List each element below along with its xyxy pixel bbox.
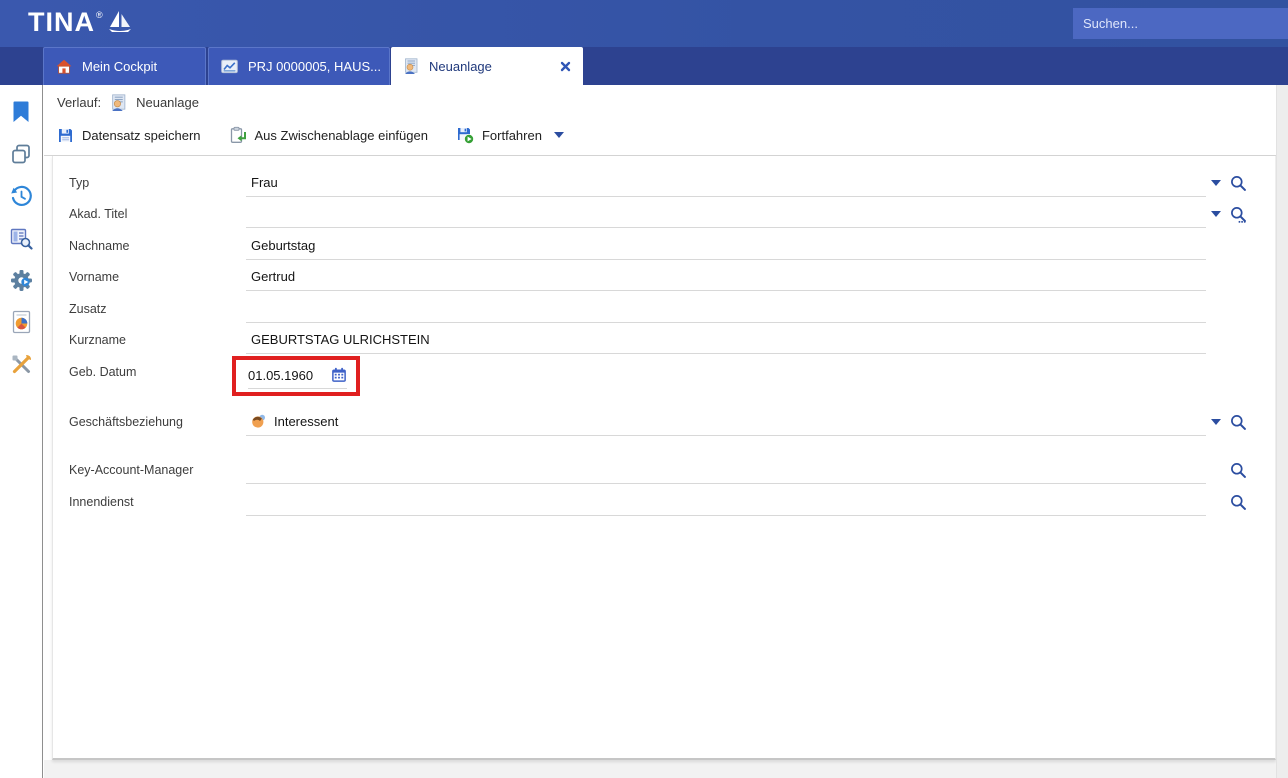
- save-button-label: Datensatz speichern: [82, 128, 201, 143]
- tab-label: Mein Cockpit: [82, 59, 157, 74]
- tab-close-icon[interactable]: [550, 61, 571, 72]
- project-icon: [221, 59, 238, 74]
- form-row-akad-titel: Akad. Titel: [53, 200, 1275, 228]
- scrollbar-track[interactable]: [1276, 85, 1288, 778]
- highlight-annotation-box: 01.05.1960: [232, 356, 360, 396]
- kurzname-field[interactable]: GEBURTSTAG ULRICHSTEIN: [246, 326, 1206, 354]
- form-row-vorname: Vorname Gertrud: [53, 263, 1275, 291]
- field-label: Typ: [69, 169, 241, 197]
- history-clock-icon[interactable]: [0, 175, 42, 217]
- save-record-button[interactable]: Datensatz speichern: [57, 127, 201, 144]
- form-row-zusatz: Zusatz: [53, 295, 1275, 323]
- tab-mein-cockpit[interactable]: Mein Cockpit: [43, 47, 206, 85]
- left-sidebar: [0, 85, 43, 778]
- form-card: Typ Frau Akad. Titel: [52, 156, 1276, 760]
- paste-icon: [229, 126, 247, 144]
- continue-button[interactable]: Fortfahren: [456, 126, 564, 144]
- nachname-field[interactable]: Geburtstag: [246, 232, 1206, 260]
- form-row-nachname: Nachname Geburtstag: [53, 232, 1275, 260]
- dropdown-caret-icon[interactable]: [1211, 180, 1221, 186]
- field-label: Innendienst: [69, 488, 241, 516]
- akad-titel-field[interactable]: [246, 200, 1206, 228]
- search-input[interactable]: [1073, 8, 1288, 39]
- field-label: Akad. Titel: [69, 200, 241, 228]
- key-account-manager-field[interactable]: [246, 456, 1206, 484]
- lookup-search-icon[interactable]: [1230, 462, 1247, 479]
- background-area: [44, 760, 1276, 778]
- tab-label: PRJ 0000005, HAUS...: [248, 59, 381, 74]
- zusatz-field[interactable]: [246, 295, 1206, 323]
- history-current-item[interactable]: Neuanlage: [136, 95, 199, 110]
- report-chart-icon[interactable]: [0, 301, 42, 343]
- toolbar: Datensatz speichern Aus Zwischenablage e…: [57, 119, 564, 151]
- geschaeftsbeziehung-field[interactable]: Interessent: [246, 408, 1206, 436]
- form-row-key-account-manager: Key-Account-Manager: [53, 456, 1275, 484]
- chevron-down-icon[interactable]: [554, 132, 564, 138]
- calendar-icon[interactable]: [331, 367, 347, 383]
- vorname-field[interactable]: Gertrud: [246, 263, 1206, 291]
- person-icon: [403, 58, 419, 74]
- field-label: Geb. Datum: [69, 358, 241, 386]
- search-document-icon[interactable]: [0, 217, 42, 259]
- save-icon: [57, 127, 74, 144]
- app-logo: TINA ®: [28, 7, 133, 37]
- settings-gear-icon[interactable]: [0, 259, 42, 301]
- continue-button-label: Fortfahren: [482, 128, 542, 143]
- lookup-search-icon[interactable]: [1230, 175, 1247, 192]
- field-value: Frau: [251, 175, 278, 190]
- form-row-typ: Typ Frau: [53, 169, 1275, 197]
- field-label: Geschäftsbeziehung: [69, 408, 241, 436]
- window-copy-icon[interactable]: [0, 133, 42, 175]
- lookup-search-icon[interactable]: [1230, 414, 1247, 431]
- form-row-innendienst: Innendienst: [53, 488, 1275, 516]
- tab-prj-0000005[interactable]: PRJ 0000005, HAUS...: [208, 47, 390, 85]
- dropdown-caret-icon[interactable]: [1211, 211, 1221, 217]
- logo-text: TINA: [28, 7, 95, 37]
- field-label: Kurzname: [69, 326, 241, 354]
- field-value: Geburtstag: [251, 238, 315, 253]
- person-icon: [110, 94, 127, 111]
- paste-button-label: Aus Zwischenablage einfügen: [255, 128, 428, 143]
- lookup-search-more-icon[interactable]: [1230, 206, 1247, 223]
- geb-datum-field[interactable]: 01.05.1960: [248, 362, 347, 389]
- field-label: Vorname: [69, 263, 241, 291]
- field-label: Key-Account-Manager: [69, 456, 241, 484]
- tools-icon[interactable]: [0, 343, 42, 385]
- bookmark-icon[interactable]: [0, 91, 42, 133]
- lookup-search-icon[interactable]: [1230, 494, 1247, 511]
- field-label: Zusatz: [69, 295, 241, 323]
- form-row-geb-datum: Geb. Datum 01.05.1960: [53, 358, 1275, 396]
- tab-bar: Mein Cockpit PRJ 0000005, HAUS...: [0, 47, 1288, 85]
- app-header: TINA ®: [0, 0, 1288, 47]
- logo-registered-mark: ®: [96, 10, 103, 20]
- paste-from-clipboard-button[interactable]: Aus Zwischenablage einfügen: [229, 126, 428, 144]
- form-row-geschaeftsbeziehung: Geschäftsbeziehung Interessent: [53, 408, 1275, 436]
- field-value: GEBURTSTAG ULRICHSTEIN: [251, 332, 430, 347]
- field-label: Nachname: [69, 232, 241, 260]
- tab-neuanlage[interactable]: Neuanlage: [391, 47, 583, 85]
- home-icon: [56, 59, 72, 74]
- form-row-kurzname: Kurzname GEBURTSTAG ULRICHSTEIN: [53, 326, 1275, 354]
- sailboat-icon: [107, 9, 133, 37]
- typ-field[interactable]: Frau: [246, 169, 1206, 197]
- continue-save-icon: [456, 126, 474, 144]
- history-label: Verlauf:: [57, 95, 101, 110]
- field-value: Gertrud: [251, 269, 295, 284]
- dropdown-caret-icon[interactable]: [1211, 419, 1221, 425]
- field-value: Interessent: [274, 414, 338, 429]
- content-area: Verlauf: Neuanlage: [44, 85, 1288, 778]
- innendienst-field[interactable]: [246, 488, 1206, 516]
- field-value: 01.05.1960: [248, 368, 313, 383]
- tab-label: Neuanlage: [429, 59, 492, 74]
- contact-icon: [251, 414, 266, 429]
- history-bar: Verlauf: Neuanlage: [57, 91, 199, 113]
